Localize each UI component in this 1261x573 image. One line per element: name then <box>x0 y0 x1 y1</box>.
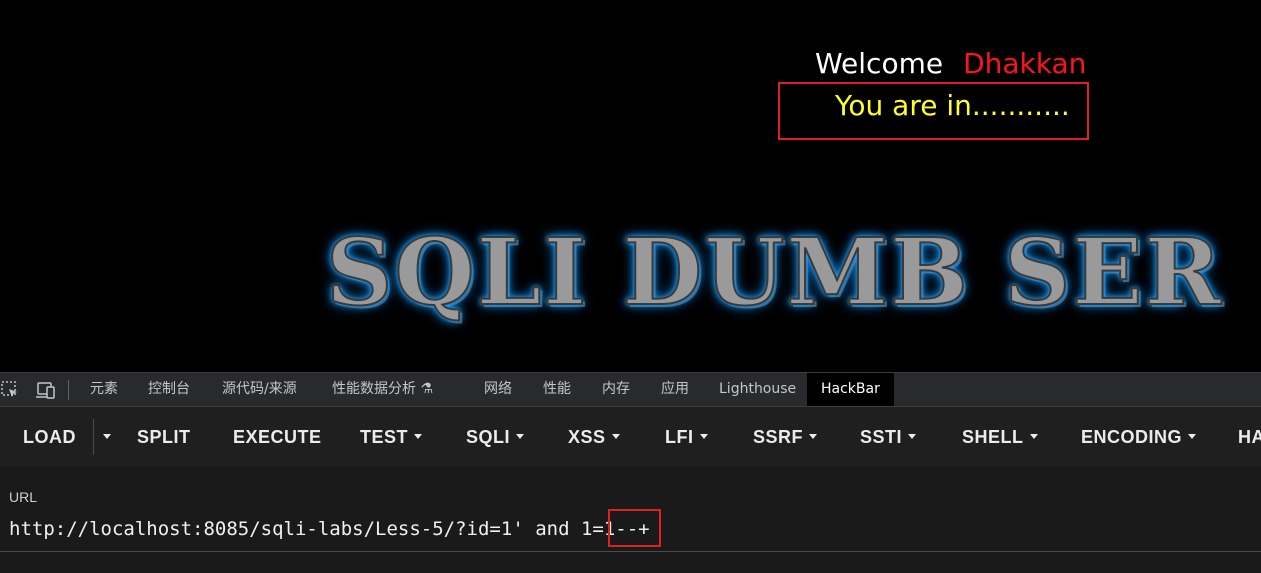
tab-performance-insights[interactable]: 性能数据分析 ⚗ <box>332 373 433 406</box>
split-button[interactable]: SPLIT <box>137 407 191 467</box>
ssrf-menu-button[interactable]: SSRF <box>753 407 818 467</box>
toolbar-separator <box>68 380 69 400</box>
user-name: Dhakkan <box>963 47 1087 80</box>
chevron-down-icon <box>908 433 917 439</box>
url-label: URL <box>9 489 38 505</box>
hackbar-url-section: URL http://localhost:8085/sqli-labs/Less… <box>0 467 1261 573</box>
device-toolbar-icon[interactable] <box>35 381 57 399</box>
lfi-menu-button[interactable]: LFI <box>665 407 708 467</box>
tab-hackbar[interactable]: HackBar <box>807 373 894 406</box>
welcome-line: Welcome Dhakkan <box>815 44 1086 84</box>
chevron-down-icon <box>699 433 708 439</box>
ssti-menu-button[interactable]: SSTI <box>860 407 917 467</box>
encoding-menu-button[interactable]: ENCODING <box>1081 407 1197 467</box>
sqli-banner-image: SQLI DUMB SER <box>325 218 1223 326</box>
chevron-down-icon <box>1188 433 1197 439</box>
hashing-menu-button[interactable]: HA <box>1238 407 1261 467</box>
web-page-content: Welcome Dhakkan You are in........... SQL… <box>0 0 1261 372</box>
load-dropdown-button[interactable] <box>97 407 111 467</box>
chevron-down-icon <box>414 433 423 439</box>
chevron-down-icon <box>809 433 818 439</box>
login-message: You are in........... <box>835 89 1070 122</box>
devtools-tab-bar: 元素 控制台 源代码/来源 性能数据分析 ⚗ 网络 性能 内存 应用 Light… <box>0 372 1261 407</box>
tab-application[interactable]: 应用 <box>661 373 689 406</box>
tab-elements[interactable]: 元素 <box>90 373 118 406</box>
chevron-down-icon <box>1029 433 1038 439</box>
load-dropdown-divider <box>93 419 94 455</box>
inspect-element-icon[interactable] <box>1 381 19 399</box>
load-button[interactable]: LOAD <box>23 407 76 467</box>
url-input-underline <box>0 551 1261 552</box>
chevron-down-icon <box>611 433 620 439</box>
tab-lighthouse[interactable]: Lighthouse <box>719 373 796 406</box>
shell-menu-button[interactable]: SHELL <box>962 407 1038 467</box>
tab-performance[interactable]: 性能 <box>543 373 571 406</box>
xss-menu-button[interactable]: XSS <box>568 407 620 467</box>
tab-console[interactable]: 控制台 <box>148 373 190 406</box>
welcome-label: Welcome <box>815 47 944 80</box>
tab-network[interactable]: 网络 <box>484 373 512 406</box>
tab-memory[interactable]: 内存 <box>602 373 630 406</box>
tab-sources[interactable]: 源代码/来源 <box>222 373 297 406</box>
chevron-down-icon <box>516 433 525 439</box>
chevron-down-icon <box>103 433 111 439</box>
test-menu-button[interactable]: TEST <box>360 407 423 467</box>
payload-highlight-box <box>608 509 661 547</box>
hackbar-toolbar: LOAD SPLIT EXECUTE TEST SQLI XSS LFI SSR… <box>0 407 1261 467</box>
execute-button[interactable]: EXECUTE <box>233 407 322 467</box>
sqli-menu-button[interactable]: SQLI <box>466 407 525 467</box>
